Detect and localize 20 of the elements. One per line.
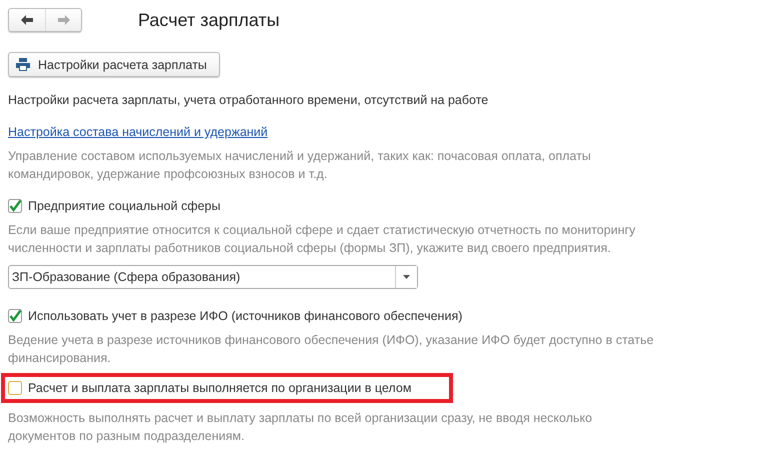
- window-title: Расчет зарплаты: [138, 10, 280, 30]
- forward-arrow-icon: [58, 15, 70, 25]
- printer-icon: [16, 58, 30, 71]
- checkbox[interactable]: [8, 381, 22, 395]
- description-text: Возможность выполнять расчет и выплату зарплаты по всей организации сразу, не вводя несколько документов по разным подразделениям.: [8, 410, 594, 445]
- dropdown-field[interactable]: ЗП-Образование (Сфера образования): [8, 265, 418, 289]
- dropdown-button[interactable]: [395, 266, 417, 288]
- subtitle-text: Настройки расчета зарплаты, учета отработанного времени, отсутствий на работе: [8, 93, 490, 107]
- settings-link[interactable]: Настройка состава начислений и удержаний: [8, 125, 268, 139]
- checkbox-label: Предприятие социальной сферы: [28, 199, 220, 213]
- caret-icon: [403, 275, 410, 279]
- description-text: Если ваше предприятие относится к социальной сфере и сдает статистическую отчетность по мониторингу численности и зарплаты работников социальной сферы (формы ЗП), укажите вид своего предприятия.: [8, 222, 636, 257]
- checkbox-label: Расчет и выплата зарплаты выполняется по организации в целом: [28, 381, 412, 395]
- checkbox-label: Использовать учет в разрезе ИФО (источников финансового обеспечения): [28, 309, 462, 323]
- back-arrow-icon: [21, 15, 33, 25]
- checkbox[interactable]: [8, 199, 22, 213]
- description-text: Управление составом используемых начислений и удержаний, таких как: почасовая оплата, оплаты командировок, удержание профсоюзных взносов и т.д.: [8, 148, 592, 183]
- description-text: Ведение учета в разрезе источников финансового обеспечения (ИФО), указание ИФО будет доступно в статье финансирования.: [8, 332, 655, 367]
- checkbox[interactable]: [8, 309, 22, 323]
- settings-button[interactable]: Настройки расчета зарплаты: [8, 52, 220, 77]
